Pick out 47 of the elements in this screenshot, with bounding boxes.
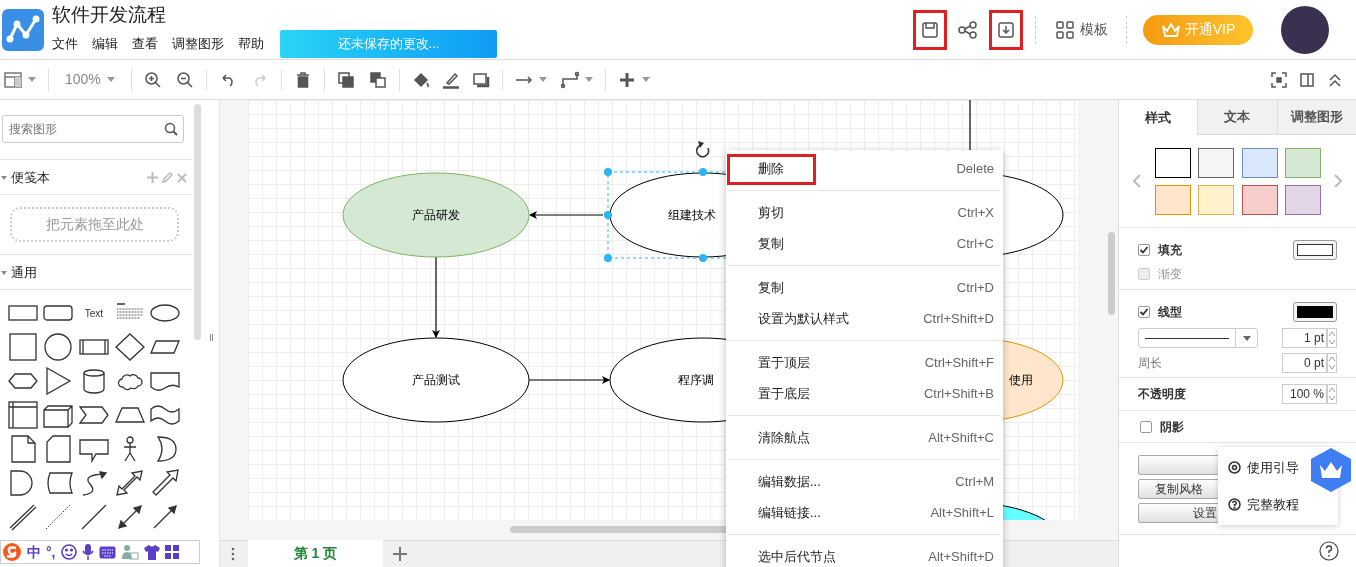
- menu-item[interactable]: 复制 Ctrl+D: [726, 272, 1003, 303]
- format-tab[interactable]: 文本: [1197, 100, 1277, 135]
- format-tab[interactable]: 调整图形: [1276, 100, 1356, 135]
- menu-item[interactable]: 删除 Delete: [726, 153, 1003, 184]
- node-label: 组建技术: [668, 208, 716, 222]
- menu-item[interactable]: 调整图形: [172, 33, 224, 54]
- menu-item[interactable]: 清除航点 Alt+Shift+C: [726, 422, 1003, 453]
- gradient-label: 渐变: [1158, 266, 1182, 283]
- menu-item[interactable]: 选中后代节点 Alt+Shift+D: [726, 541, 1003, 567]
- menu-item[interactable]: 置于顶层 Ctrl+Shift+F: [726, 347, 1003, 378]
- help-menu-item[interactable]: 使用引导: [1228, 457, 1299, 477]
- menu-item[interactable]: 文件: [52, 33, 78, 54]
- menu-item[interactable]: 设置为默认样式 Ctrl+Shift+D: [726, 303, 1003, 334]
- line-width-field[interactable]: 1 pt: [1282, 328, 1327, 348]
- drop-zone: 把元素拖至此处: [10, 207, 179, 242]
- input-mode-toggle[interactable]: 中: [27, 541, 41, 563]
- line-label: 线型: [1158, 304, 1182, 321]
- node-label: 产品研发: [412, 208, 460, 222]
- section-title[interactable]: 通用: [11, 263, 37, 283]
- menu-item[interactable]: 复制 Ctrl+C: [726, 228, 1003, 259]
- menu-item[interactable]: 编辑链接... Alt+Shift+L: [726, 497, 1003, 528]
- node-label: 产品测试: [412, 373, 460, 387]
- fill-label: 填充: [1158, 242, 1182, 259]
- search-field[interactable]: 搜索图形: [2, 115, 184, 143]
- opacity-field[interactable]: 100 %: [1282, 384, 1327, 404]
- menu-item[interactable]: 查看: [132, 33, 158, 54]
- text-shape[interactable]: Text: [84, 305, 104, 321]
- perimeter-label: 周长: [1138, 355, 1162, 372]
- node-label: 程序调: [678, 373, 714, 387]
- section-title[interactable]: 便笺本: [11, 168, 50, 188]
- shadow-label: 阴影: [1160, 418, 1184, 436]
- menu-item[interactable]: 帮助: [238, 33, 264, 54]
- save-status-banner: 还未保存的更改...: [280, 29, 497, 58]
- node-label: 使用: [1009, 373, 1033, 387]
- menu-item[interactable]: 编辑数据... Ctrl+M: [726, 466, 1003, 497]
- copy-style-button[interactable]: 复制风格: [1138, 479, 1219, 499]
- menu-item[interactable]: 剪切 Ctrl+X: [726, 197, 1003, 228]
- document-title: 软件开发流程: [52, 2, 167, 27]
- zoom-dropdown[interactable]: 100%: [61, 69, 119, 90]
- perimeter-field[interactable]: 0 pt: [1282, 353, 1327, 373]
- opacity-label: 不透明度: [1138, 386, 1186, 403]
- templates-button[interactable]: 模板: [1056, 19, 1108, 40]
- page-tab[interactable]: 第 1 页: [248, 540, 383, 567]
- menu-item[interactable]: 置于底层 Ctrl+Shift+B: [726, 378, 1003, 409]
- punctuation-toggle[interactable]: °,: [46, 541, 56, 563]
- menu-item[interactable]: 编辑: [92, 33, 118, 54]
- help-menu-item[interactable]: 完整教程: [1228, 495, 1299, 515]
